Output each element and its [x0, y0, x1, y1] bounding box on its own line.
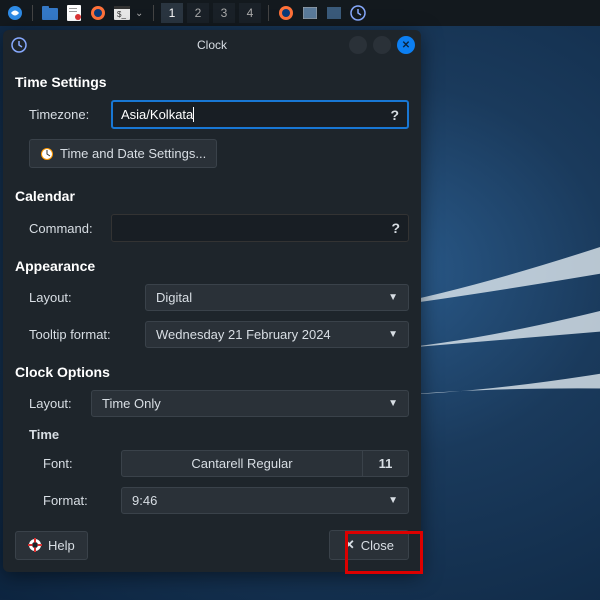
clock-settings-icon — [40, 147, 54, 161]
appearance-heading: Appearance — [15, 258, 409, 274]
timezone-input[interactable]: Asia/Kolkata ? — [111, 100, 409, 129]
clock-icon — [11, 37, 27, 53]
apps-menu-icon[interactable] — [4, 2, 26, 24]
help-icon[interactable]: ? — [391, 220, 400, 236]
clock-properties-dialog: Clock Time Settings Timezone: Asia/Kolka… — [3, 30, 421, 572]
time-settings-heading: Time Settings — [15, 74, 409, 90]
workspace-1[interactable]: 1 — [161, 3, 183, 23]
command-input[interactable]: ? — [111, 214, 409, 242]
help-icon[interactable]: ? — [390, 107, 399, 123]
terminal-icon[interactable]: $_ — [111, 2, 133, 24]
clock-tray-icon[interactable] — [347, 2, 369, 24]
titlebar[interactable]: Clock — [3, 30, 421, 60]
format-label: Format: — [15, 493, 111, 508]
font-label: Font: — [15, 456, 111, 471]
font-size-button[interactable]: 11 — [363, 450, 409, 477]
firefox-icon[interactable] — [87, 2, 109, 24]
clock-layout-dropdown[interactable]: Time Only▼ — [91, 390, 409, 417]
help-button[interactable]: Help — [15, 531, 88, 560]
workspace-2[interactable]: 2 — [187, 3, 209, 23]
tooltip-format-label: Tooltip format: — [15, 327, 135, 342]
minimize-button[interactable] — [349, 36, 367, 54]
dialog-title: Clock — [197, 38, 227, 52]
lifebuoy-icon — [28, 538, 42, 552]
window-tray-icon[interactable] — [299, 2, 321, 24]
clock-options-heading: Clock Options — [15, 364, 409, 380]
command-label: Command: — [15, 221, 101, 236]
calendar-heading: Calendar — [15, 188, 409, 204]
font-button[interactable]: Cantarell Regular — [121, 450, 363, 477]
timezone-label: Timezone: — [15, 107, 101, 122]
clock-layout-label: Layout: — [15, 396, 81, 411]
chevron-down-icon: ▼ — [388, 398, 398, 409]
taskbar: $_ ⌄ 1 2 3 4 — [0, 0, 600, 26]
chevron-down-icon: ▼ — [388, 495, 398, 506]
tooltip-format-dropdown[interactable]: Wednesday 21 February 2024▼ — [145, 321, 409, 348]
editor-icon[interactable] — [63, 2, 85, 24]
close-button[interactable]: ✕ Close — [329, 530, 409, 560]
workspace-4[interactable]: 4 — [239, 3, 261, 23]
format-dropdown[interactable]: 9:46▼ — [121, 487, 409, 514]
chevron-down-icon[interactable]: ⌄ — [135, 8, 147, 19]
workspace-3[interactable]: 3 — [213, 3, 235, 23]
svg-text:$_: $_ — [117, 10, 126, 19]
time-date-settings-button[interactable]: Time and Date Settings... — [29, 139, 217, 168]
desktop-tray-icon[interactable] — [323, 2, 345, 24]
layout-label: Layout: — [15, 290, 135, 305]
firefox-tray-icon[interactable] — [275, 2, 297, 24]
chevron-down-icon: ▼ — [388, 329, 398, 340]
close-icon: ✕ — [344, 537, 355, 553]
maximize-button[interactable] — [373, 36, 391, 54]
chevron-down-icon: ▼ — [388, 292, 398, 303]
time-subheading: Time — [15, 427, 409, 442]
layout-dropdown[interactable]: Digital▼ — [145, 284, 409, 311]
files-icon[interactable] — [39, 2, 61, 24]
titlebar-close-button[interactable] — [397, 36, 415, 54]
